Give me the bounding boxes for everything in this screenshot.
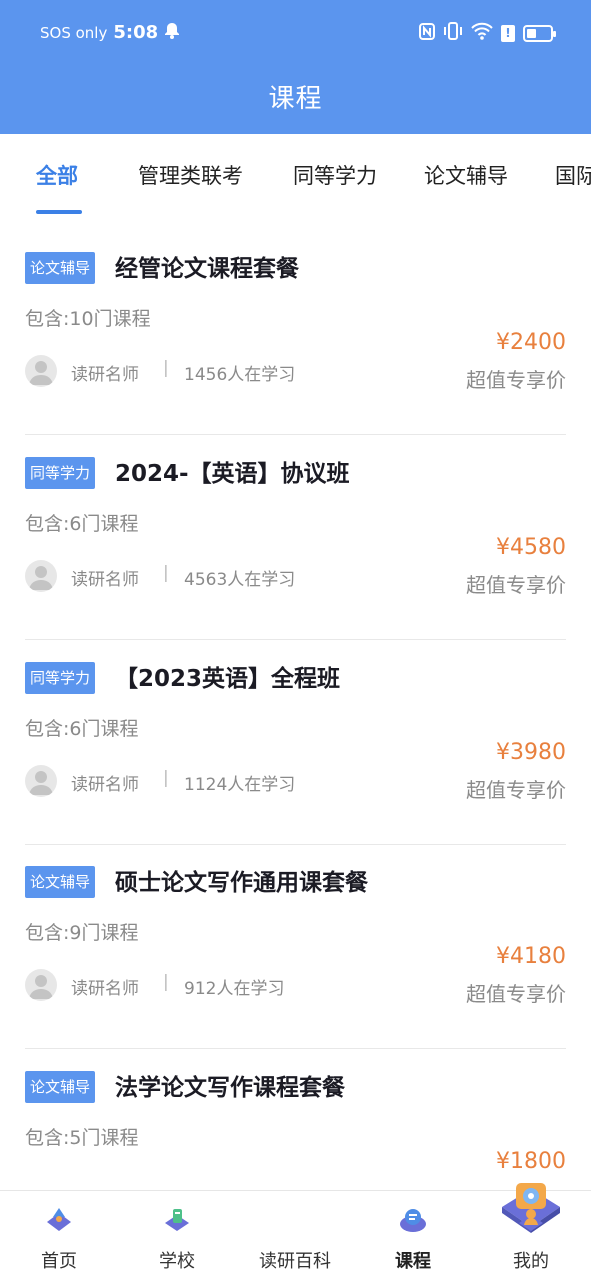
tab-international[interactable]: 国际 <box>555 160 591 190</box>
bottom-nav: 首页 学校 读研百科 课程 我的 <box>0 1183 591 1280</box>
course-card[interactable]: 同等学力 【2023英语】全程班 包含:6门课程 读研名师 | 1124人在学习… <box>25 640 566 845</box>
course-price: ¥2400 <box>496 330 566 355</box>
course-card[interactable]: 同等学力 2024-【英语】协议班 包含:6门课程 读研名师 | 4563人在学… <box>25 435 566 640</box>
course-title: 硕士论文写作通用课套餐 <box>115 870 368 896</box>
price-label: 超值专享价 <box>466 573 566 597</box>
tab-thesis-tutoring[interactable]: 论文辅导 <box>424 160 508 190</box>
avatar <box>25 765 57 797</box>
status-left: SOS only 5:08 <box>40 22 180 43</box>
course-tag: 论文辅导 <box>25 866 96 898</box>
nav-label: 首页 <box>41 1251 77 1272</box>
course-title: 【2023英语】全程班 <box>115 666 341 692</box>
separator: | <box>163 768 169 788</box>
home-icon <box>44 1205 74 1235</box>
nfc-icon <box>419 22 435 44</box>
category-tabs: 全部 管理类联考 同等学力 论文辅导 国际 <box>0 134 591 214</box>
price-label: 超值专享价 <box>466 368 566 392</box>
nav-school[interactable]: 学校 <box>118 1191 236 1280</box>
course-icon <box>398 1205 428 1235</box>
nav-home[interactable]: 首页 <box>0 1191 118 1280</box>
course-tag: 论文辅导 <box>25 252 96 284</box>
avatar <box>25 355 57 387</box>
course-price: ¥3980 <box>496 740 566 765</box>
course-card[interactable]: 论文辅导 硕士论文写作通用课套餐 包含:9门课程 读研名师 | 912人在学习 … <box>25 844 566 1049</box>
price-label: 超值专享价 <box>466 982 566 1006</box>
alert-icon: ! <box>501 24 515 42</box>
course-contains: 包含:9门课程 <box>25 922 139 944</box>
school-icon <box>162 1205 192 1235</box>
separator: | <box>163 972 169 992</box>
separator: | <box>163 358 169 378</box>
course-title: 法学论文写作课程套餐 <box>115 1075 345 1101</box>
course-title: 2024-【英语】协议班 <box>115 461 350 487</box>
learner-count: 912人在学习 <box>184 979 285 999</box>
course-contains: 包含:10门课程 <box>25 308 151 330</box>
nav-encyclopedia[interactable]: 读研百科 <box>236 1183 560 1280</box>
nav-label: 读研百科 <box>259 1251 331 1272</box>
course-price: ¥1800 <box>496 1149 566 1174</box>
course-contains: 包含:6门课程 <box>25 718 139 740</box>
course-title: 经管论文课程套餐 <box>115 256 299 282</box>
avatar <box>25 560 57 592</box>
clock: 5:08 <box>113 22 159 43</box>
status-right: ! <box>419 22 556 44</box>
course-tag: 同等学力 <box>25 662 96 694</box>
course-card[interactable]: 论文辅导 经管论文课程套餐 包含:10门课程 读研名师 | 1456人在学习 ¥… <box>25 230 566 435</box>
battery-icon <box>523 24 556 42</box>
teacher-name: 读研名师 <box>71 979 139 999</box>
tab-all[interactable]: 全部 <box>36 160 78 190</box>
price-label: 超值专享价 <box>466 778 566 802</box>
course-price: ¥4580 <box>496 535 566 560</box>
avatar <box>25 969 57 1001</box>
carrier-text: SOS only <box>40 23 108 42</box>
nav-courses[interactable]: 课程 <box>354 1191 472 1280</box>
teacher-name: 读研名师 <box>71 775 139 795</box>
teacher-name: 读研名师 <box>71 570 139 590</box>
nav-label: 我的 <box>513 1251 549 1272</box>
separator: | <box>163 563 169 583</box>
wifi-icon <box>471 22 493 44</box>
page-title: 课程 <box>268 84 323 114</box>
course-price: ¥4180 <box>496 944 566 969</box>
profile-icon <box>516 1205 546 1235</box>
vibrate-icon <box>443 22 463 44</box>
learner-count: 4563人在学习 <box>184 570 296 590</box>
course-tag: 同等学力 <box>25 457 96 489</box>
learner-count: 1124人在学习 <box>184 775 296 795</box>
nav-profile[interactable]: 我的 <box>472 1191 590 1280</box>
status-bar: SOS only 5:08 ! <box>0 0 591 66</box>
course-contains: 包含:5门课程 <box>25 1127 139 1149</box>
course-contains: 包含:6门课程 <box>25 513 139 535</box>
tab-management-exam[interactable]: 管理类联考 <box>138 160 243 190</box>
course-tag: 论文辅导 <box>25 1071 96 1103</box>
tab-indicator <box>36 210 82 214</box>
teacher-name: 读研名师 <box>71 365 139 385</box>
tab-equivalent-degree[interactable]: 同等学力 <box>293 160 377 190</box>
nav-label: 学校 <box>159 1251 195 1272</box>
app-header: SOS only 5:08 ! 课程 <box>0 0 591 134</box>
learner-count: 1456人在学习 <box>184 365 296 385</box>
nav-label: 课程 <box>395 1251 431 1272</box>
bell-icon <box>164 22 180 43</box>
